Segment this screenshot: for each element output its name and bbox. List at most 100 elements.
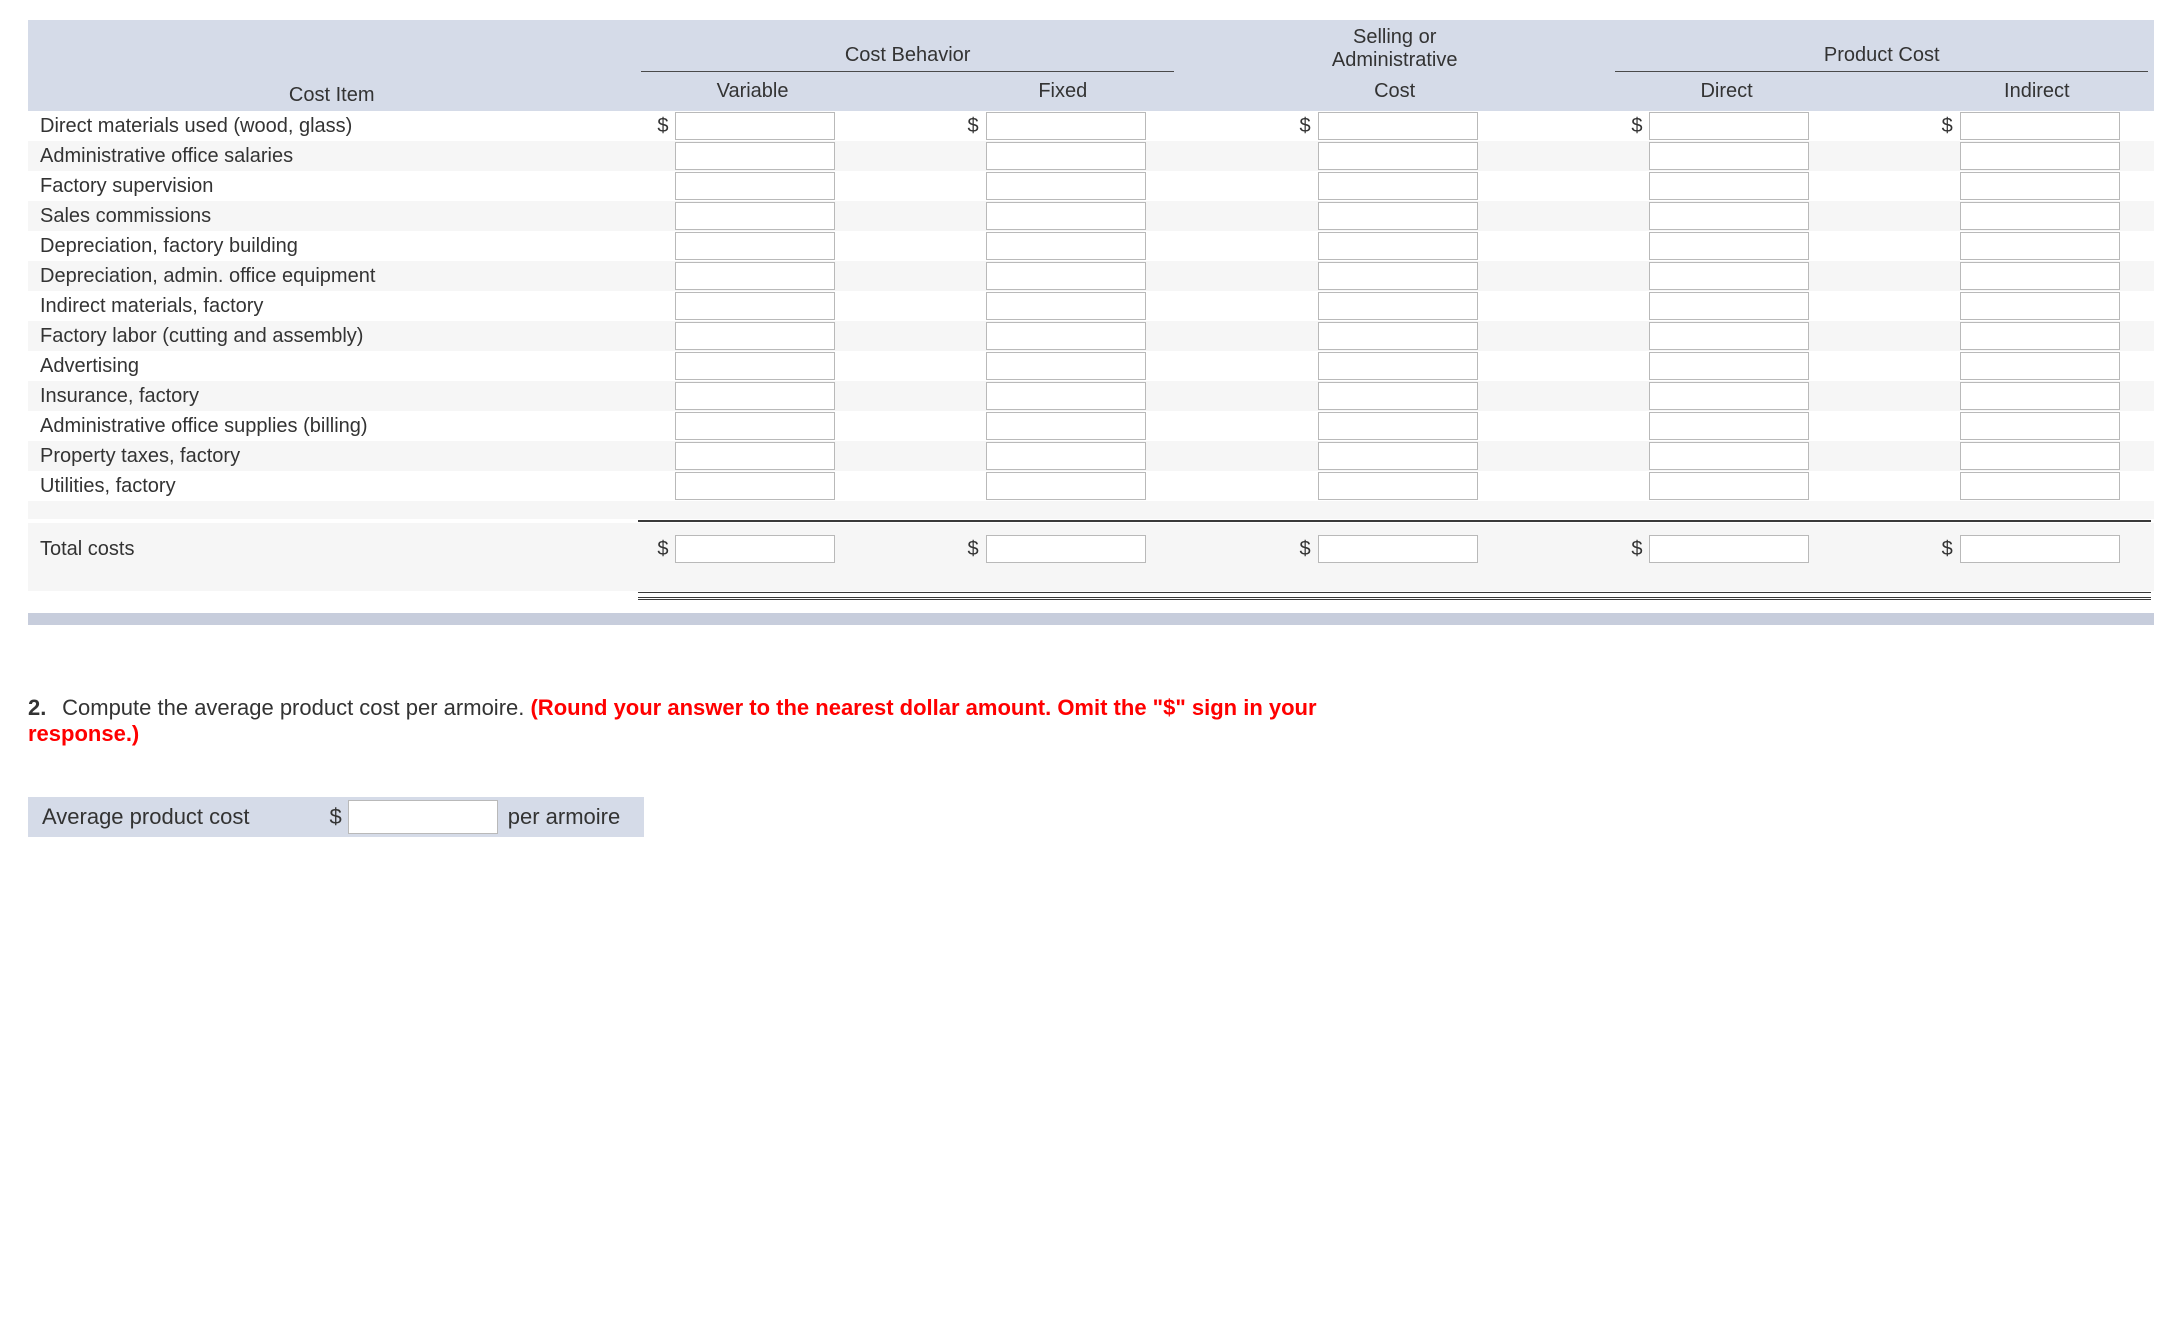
direct-input[interactable] bbox=[1649, 472, 1809, 500]
indirect-input[interactable] bbox=[1960, 442, 2120, 470]
table-row: Advertising bbox=[28, 351, 2154, 381]
cost-item-label: Depreciation, admin. office equipment bbox=[28, 261, 635, 291]
fixed-input[interactable] bbox=[986, 202, 1146, 230]
fixed-input[interactable] bbox=[986, 412, 1146, 440]
currency-symbol bbox=[946, 171, 985, 201]
fixed-input[interactable] bbox=[986, 382, 1146, 410]
currency-symbol bbox=[635, 381, 674, 411]
total-direct-input[interactable] bbox=[1649, 535, 1809, 563]
direct-input[interactable] bbox=[1649, 292, 1809, 320]
variable-input[interactable] bbox=[675, 472, 835, 500]
selling-admin-input[interactable] bbox=[1318, 472, 1478, 500]
average-product-cost-input[interactable] bbox=[348, 800, 498, 834]
total-fixed-input[interactable] bbox=[986, 535, 1146, 563]
selling-admin-input[interactable] bbox=[1318, 232, 1478, 260]
selling-admin-input[interactable] bbox=[1318, 382, 1478, 410]
currency-symbol bbox=[1278, 201, 1317, 231]
variable-input[interactable] bbox=[675, 202, 835, 230]
direct-input[interactable] bbox=[1649, 172, 1809, 200]
selling-admin-input[interactable] bbox=[1318, 142, 1478, 170]
fixed-input[interactable] bbox=[986, 442, 1146, 470]
currency-symbol: $ bbox=[946, 111, 985, 141]
fixed-input[interactable] bbox=[986, 292, 1146, 320]
currency-symbol bbox=[1920, 381, 1959, 411]
indirect-input[interactable] bbox=[1960, 352, 2120, 380]
currency-symbol bbox=[635, 441, 674, 471]
col-group-cost-behavior: Cost Behavior bbox=[635, 20, 1180, 76]
indirect-input[interactable] bbox=[1960, 412, 2120, 440]
total-indirect-input[interactable] bbox=[1960, 535, 2120, 563]
selling-admin-input[interactable] bbox=[1318, 352, 1478, 380]
currency-symbol bbox=[946, 411, 985, 441]
indirect-input[interactable] bbox=[1960, 472, 2120, 500]
currency-symbol bbox=[1920, 171, 1959, 201]
direct-input[interactable] bbox=[1649, 202, 1809, 230]
total-variable-input[interactable] bbox=[675, 535, 835, 563]
table-row: Sales commissions bbox=[28, 201, 2154, 231]
table-row: Indirect materials, factory bbox=[28, 291, 2154, 321]
indirect-input[interactable] bbox=[1960, 232, 2120, 260]
direct-input[interactable] bbox=[1649, 142, 1809, 170]
variable-input[interactable] bbox=[675, 292, 835, 320]
fixed-input[interactable] bbox=[986, 232, 1146, 260]
variable-input[interactable] bbox=[675, 442, 835, 470]
currency-symbol bbox=[946, 261, 985, 291]
fixed-input[interactable] bbox=[986, 142, 1146, 170]
table-row: Factory supervision bbox=[28, 171, 2154, 201]
variable-input[interactable] bbox=[675, 382, 835, 410]
variable-input[interactable] bbox=[675, 232, 835, 260]
currency-symbol bbox=[1278, 441, 1317, 471]
direct-input[interactable] bbox=[1649, 322, 1809, 350]
variable-input[interactable] bbox=[675, 262, 835, 290]
fixed-input[interactable] bbox=[986, 172, 1146, 200]
variable-input[interactable] bbox=[675, 352, 835, 380]
variable-input[interactable] bbox=[675, 412, 835, 440]
currency-symbol bbox=[1920, 231, 1959, 261]
selling-admin-input[interactable] bbox=[1318, 202, 1478, 230]
total-costs-label: Total costs bbox=[28, 523, 635, 575]
currency-symbol bbox=[1278, 321, 1317, 351]
currency-symbol bbox=[1920, 201, 1959, 231]
fixed-input[interactable] bbox=[986, 322, 1146, 350]
currency-symbol bbox=[1609, 291, 1648, 321]
fixed-input[interactable] bbox=[986, 472, 1146, 500]
direct-input[interactable] bbox=[1649, 442, 1809, 470]
direct-input[interactable] bbox=[1649, 112, 1809, 140]
indirect-input[interactable] bbox=[1960, 382, 2120, 410]
fixed-input[interactable] bbox=[986, 262, 1146, 290]
variable-input[interactable] bbox=[675, 112, 835, 140]
selling-admin-input[interactable] bbox=[1318, 442, 1478, 470]
fixed-input[interactable] bbox=[986, 112, 1146, 140]
direct-input[interactable] bbox=[1649, 382, 1809, 410]
indirect-input[interactable] bbox=[1960, 322, 2120, 350]
fixed-input[interactable] bbox=[986, 352, 1146, 380]
variable-input[interactable] bbox=[675, 322, 835, 350]
indirect-input[interactable] bbox=[1960, 202, 2120, 230]
average-product-cost-row: Average product cost $ per armoire bbox=[28, 797, 644, 837]
selling-admin-input[interactable] bbox=[1318, 322, 1478, 350]
indirect-input[interactable] bbox=[1960, 142, 2120, 170]
indirect-input[interactable] bbox=[1960, 172, 2120, 200]
indirect-input[interactable] bbox=[1960, 262, 2120, 290]
indirect-input[interactable] bbox=[1960, 292, 2120, 320]
col-group-selling-admin: Selling or Administrative bbox=[1278, 20, 1512, 76]
cost-item-label: Depreciation, factory building bbox=[28, 231, 635, 261]
selling-admin-input[interactable] bbox=[1318, 292, 1478, 320]
selling-admin-input[interactable] bbox=[1318, 412, 1478, 440]
currency-symbol: $ bbox=[1609, 111, 1648, 141]
selling-admin-input[interactable] bbox=[1318, 112, 1478, 140]
direct-input[interactable] bbox=[1649, 262, 1809, 290]
total-selling-admin-input[interactable] bbox=[1318, 535, 1478, 563]
variable-input[interactable] bbox=[675, 172, 835, 200]
selling-admin-input[interactable] bbox=[1318, 262, 1478, 290]
direct-input[interactable] bbox=[1649, 412, 1809, 440]
currency-symbol bbox=[1609, 411, 1648, 441]
indirect-input[interactable] bbox=[1960, 112, 2120, 140]
variable-input[interactable] bbox=[675, 142, 835, 170]
direct-input[interactable] bbox=[1649, 232, 1809, 260]
col-header-cost: Cost bbox=[1278, 76, 1512, 111]
direct-input[interactable] bbox=[1649, 352, 1809, 380]
selling-admin-input[interactable] bbox=[1318, 172, 1478, 200]
currency-symbol bbox=[946, 141, 985, 171]
currency-symbol: $ bbox=[635, 111, 674, 141]
